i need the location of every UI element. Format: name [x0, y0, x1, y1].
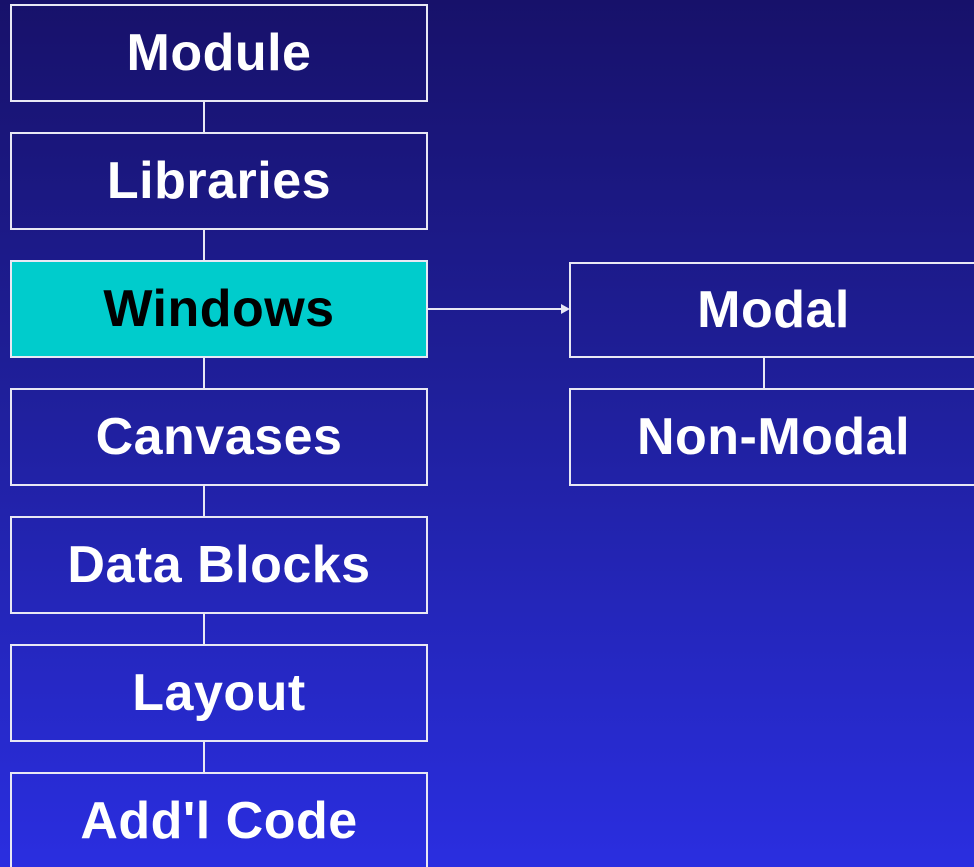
- node-label: Add'l Code: [80, 791, 358, 850]
- connector-line: [203, 358, 205, 388]
- node-label: Windows: [103, 280, 335, 338]
- node-label: Non-Modal: [636, 408, 911, 466]
- connector-line: [203, 614, 205, 644]
- node-addl-code: Add'l Code: [10, 772, 428, 867]
- connector-line: [203, 230, 205, 260]
- node-layout: Layout: [10, 644, 428, 742]
- arrow-line: [428, 308, 561, 310]
- node-libraries: Libraries: [10, 132, 428, 230]
- node-label: Libraries: [106, 152, 332, 210]
- node-non-modal: Non-Modal: [569, 388, 974, 486]
- node-label: Layout: [132, 664, 306, 722]
- node-label: Data Blocks: [67, 536, 371, 594]
- connector-line: [203, 486, 205, 516]
- node-canvases: Canvases: [10, 388, 428, 486]
- connector-line: [203, 102, 205, 132]
- node-modal: Modal: [569, 262, 974, 358]
- connector-line: [203, 742, 205, 772]
- node-data-blocks: Data Blocks: [10, 516, 428, 614]
- node-label: Canvases: [95, 408, 343, 466]
- node-label: Modal: [697, 281, 850, 339]
- node-module: Module: [10, 4, 428, 102]
- node-label: Module: [126, 24, 312, 82]
- connector-line: [763, 358, 765, 388]
- node-windows: Windows: [10, 260, 428, 358]
